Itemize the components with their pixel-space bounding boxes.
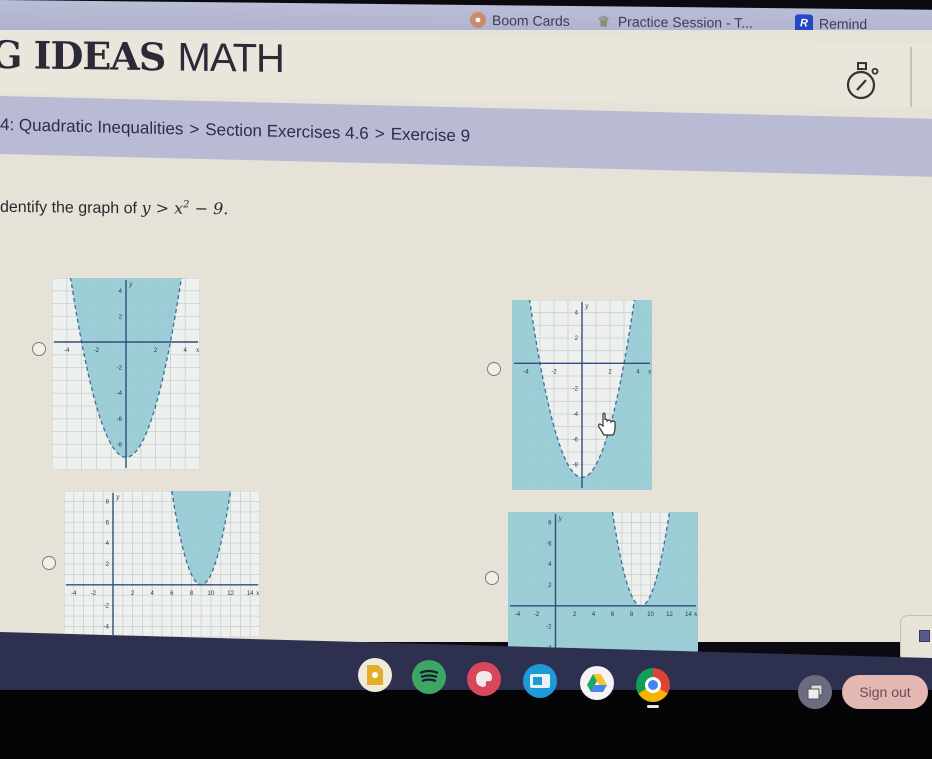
x-tick-label: 14	[685, 612, 692, 618]
y-tick-label: -8	[117, 442, 123, 448]
y-tick-label: -4	[104, 625, 110, 631]
radio-option-a[interactable]	[32, 342, 46, 356]
prompt-text: dentify the graph of	[0, 198, 137, 218]
boom-cards-icon: ●	[470, 11, 486, 29]
y-axis-label: y	[558, 515, 563, 522]
active-app-indicator	[647, 705, 659, 708]
y-tick-label: -4	[573, 412, 579, 418]
practice-icon: ♛	[597, 12, 611, 29]
inequality: y > x2 − 9.	[141, 198, 228, 218]
x-tick-label: 10	[208, 591, 215, 597]
inequality-exponent: 2	[183, 199, 190, 211]
hand-cursor-icon	[598, 412, 616, 436]
inequality-base: x	[174, 198, 184, 218]
breadcrumb-separator: >	[374, 124, 385, 144]
brand-logo[interactable]: G IDEAS MATH	[0, 32, 284, 82]
page: G IDEAS MATH 4: Quadratic Inequalities >…	[0, 30, 932, 700]
side-panel-tab[interactable]	[900, 615, 932, 663]
y-tick-label: -2	[573, 387, 579, 393]
y-tick-label: -4	[117, 391, 123, 397]
bookmark-boom-cards[interactable]: ● Boom Cards	[470, 11, 570, 29]
y-tick-label: -8	[573, 463, 579, 469]
spotify-icon[interactable]	[412, 660, 446, 694]
brand-prefix: G IDEAS	[0, 31, 166, 80]
exercise-content: dentify the graph of y > x2 − 9. -4 -2 2 4 4…	[0, 154, 932, 658]
tote-icon	[807, 684, 823, 700]
y-axis-label: y	[128, 281, 133, 288]
spotify-glyph	[419, 669, 439, 683]
radio-option-d[interactable]	[485, 571, 499, 585]
google-drive-icon[interactable]	[580, 666, 614, 700]
y-tick-label: -6	[573, 437, 579, 443]
canvas-paint-icon[interactable]	[467, 662, 501, 696]
chrome-center	[645, 677, 661, 693]
breadcrumb-separator: >	[189, 119, 200, 139]
x-tick-label: -2	[94, 348, 100, 354]
x-tick-label: 12	[666, 612, 673, 618]
graph-option-c[interactable]: -4 -2 2 4 6 8 10 12 148642-2-4xy	[64, 491, 260, 637]
bookmark-practice-session[interactable]: ♛ Practice Session - T...	[596, 13, 753, 31]
inequality-lhs: y	[141, 198, 151, 218]
y-tick-label: -2	[117, 366, 123, 372]
screencast-icon[interactable]	[523, 664, 557, 698]
screencast-glyph	[530, 674, 550, 688]
screen-bezel	[0, 690, 932, 759]
breadcrumb-exercise: Exercise 9	[390, 124, 471, 146]
sign-out-button[interactable]: Sign out	[842, 675, 928, 709]
x-tick-label: -4	[64, 348, 70, 354]
inequality-rest: − 9.	[194, 198, 229, 219]
breadcrumb-chapter[interactable]: 4: Quadratic Inequalities	[0, 115, 183, 139]
bookmark-label: Boom Cards	[492, 12, 570, 29]
shaded-region	[508, 512, 698, 658]
chrome-icon[interactable]	[636, 668, 670, 702]
graph-option-d[interactable]: -4-224681012148642-2-4xy	[508, 512, 698, 658]
x-tick-label: -2	[551, 369, 557, 375]
graph-option-b[interactable]: -4 -2 2 442-2-4-6-8xy	[512, 300, 652, 490]
radio-option-b[interactable]	[487, 362, 501, 376]
site-header: G IDEAS MATH	[0, 30, 932, 108]
radio-option-c[interactable]	[42, 556, 56, 570]
breadcrumb-section[interactable]: Section Exercises 4.6	[205, 120, 368, 144]
keep-glyph	[367, 665, 383, 685]
x-tick-label: 10	[647, 612, 654, 618]
brand-suffix: MATH	[177, 35, 284, 81]
drive-glyph	[587, 674, 607, 692]
x-tick-label: -4	[71, 591, 77, 597]
bookmark-label: Practice Session - T...	[617, 13, 753, 31]
stopwatch-icon	[846, 61, 879, 100]
y-axis-label: y	[115, 494, 120, 501]
calculator-icon	[919, 630, 930, 642]
graph-option-a[interactable]: -4 -2 2 442-2-4-6-8xy	[52, 278, 200, 470]
timer-button[interactable]	[840, 58, 884, 105]
x-tick-label: -4	[523, 369, 529, 375]
x-tick-label: -2	[91, 591, 97, 597]
y-tick-label: -2	[546, 625, 552, 631]
tote-button[interactable]	[798, 675, 832, 709]
y-tick-label: -6	[117, 417, 123, 423]
x-tick-label: 12	[227, 591, 234, 597]
x-tick-label: -2	[534, 612, 540, 618]
inequality-operator: >	[155, 198, 169, 218]
y-tick-label: -2	[104, 604, 110, 610]
header-divider	[910, 46, 912, 107]
palette-glyph	[476, 671, 492, 687]
x-tick-label: 14	[247, 591, 254, 597]
y-axis-label: y	[584, 303, 589, 310]
question-prompt: dentify the graph of y > x2 − 9.	[0, 197, 228, 219]
x-tick-label: -4	[515, 612, 521, 618]
google-keep-icon[interactable]	[358, 658, 392, 692]
